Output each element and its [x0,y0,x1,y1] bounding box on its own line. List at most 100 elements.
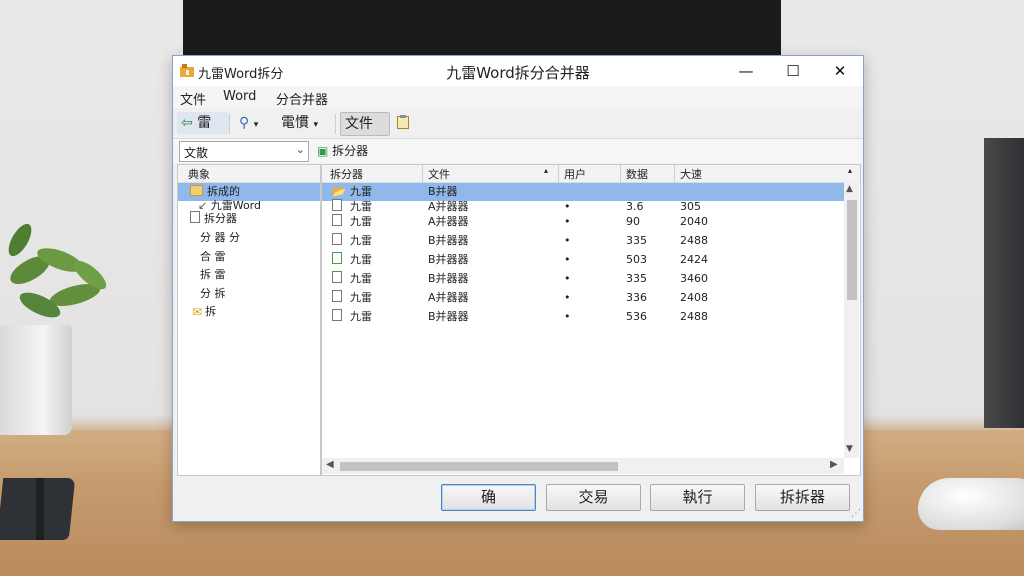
row-size: 2408 [680,291,708,304]
scroll-up-icon[interactable]: ▲ [846,184,853,194]
tree-item-6[interactable]: 分 拆 [200,285,226,303]
row-data: 503 [626,253,647,266]
horizontal-scroll-thumb[interactable] [340,462,618,471]
search-icon: ⚲ [239,115,250,131]
splitter-button[interactable]: 拆拆器 [755,484,850,511]
row-size: 2488 [680,310,708,323]
split-action-button[interactable]: ▣ 拆分器 [317,142,368,159]
edit-doc-icon [332,213,346,231]
plant-decoration [8,223,107,318]
row-size: 2488 [680,234,708,247]
row-user: • [564,310,571,323]
resize-grip-icon[interactable]: ⋰ [851,508,861,519]
tree-item-label: 合 雷 [200,250,226,263]
back-button[interactable]: ⇦ 雷 [177,112,229,134]
chevron-down-icon: ▾ [253,120,259,130]
view-select-value: 文散 [184,146,209,160]
row-size: 2040 [680,215,708,228]
view-select[interactable]: 文散 ⌄ [179,141,309,162]
scroll-right-icon[interactable]: ▶ [830,459,838,470]
menu-word[interactable]: Word [223,89,256,104]
row-name: 九雷 [350,215,372,228]
vertical-scrollbar[interactable]: ▲ ▼ [844,182,859,458]
row-name: 九雷 [350,253,372,266]
close-button[interactable]: ✕ [817,56,863,86]
maximize-button[interactable]: ☐ [770,56,816,86]
menu-file[interactable]: 文件 [180,89,206,108]
sort-icon: ▴ [848,166,853,175]
app-window: 九雷Word拆分 九雷Word拆分合并器 — ☐ ✕ 文件 Word 分合并器 … [172,55,864,522]
row-type: A并器器 [428,291,469,304]
tree-header[interactable]: 典象 [178,165,320,183]
file-button[interactable]: 文件 [340,112,390,136]
column-header-data[interactable]: 数据 [626,166,648,182]
row-data: 335 [626,234,647,247]
title-bar[interactable]: 九雷Word拆分 九雷Word拆分合并器 — ☐ ✕ [173,56,863,86]
row-user: • [564,215,571,228]
list-row-2[interactable]: 九雷 A并器器 • 90 2040 [322,213,844,231]
row-type: A并器器 [428,215,469,228]
row-type: B并器器 [428,310,469,323]
column-header-user[interactable]: 用户 [564,166,586,182]
background-monitor [183,0,781,58]
row-user: • [564,253,571,266]
tree-item-2[interactable]: 拆分器 [190,210,237,228]
clipboard-icon [397,115,409,129]
back-button-label: 雷 [197,115,212,131]
menu-bar: 文件 Word 分合并器 [173,86,863,108]
menu-merger[interactable]: 分合并器 [276,89,328,108]
doc-icon [332,270,346,288]
tree-item-label: 拆 [205,305,217,318]
tree-item-5[interactable]: 拆 雷 [200,266,226,284]
column-header-file[interactable]: 文件 [428,166,450,182]
tree-item-3[interactable]: 分 器 分 [200,229,240,247]
column-divider[interactable] [422,165,423,182]
toolbar: ⇦ 雷 ⚲ ▾ 電慣 ▾ 文件 [173,109,863,139]
split-action-label: 拆分器 [332,144,369,158]
list-row-7[interactable]: 九雷 B并器器 • 536 2488 [322,308,844,326]
back-arrow-icon: ⇦ [181,115,193,131]
vertical-scroll-thumb[interactable] [847,200,857,300]
tree-item-label: 分 器 分 [200,231,240,244]
list-row-4[interactable]: 九雷 B并器器 • 503 2424 [322,251,844,269]
column-header-name[interactable]: 拆分器 [330,166,363,182]
row-user: • [564,234,571,247]
ok-button[interactable]: 确 [441,484,536,511]
column-divider[interactable] [558,165,559,182]
tree-item-7[interactable]: ✉ 拆 [192,303,216,321]
exchange-button[interactable]: 交易 [546,484,641,511]
toolbar-divider [229,114,230,134]
list-row-3[interactable]: 九雷 B并器器 • 335 2488 [322,232,844,250]
doc-icon [332,308,346,326]
horizontal-scrollbar[interactable]: ◀ ▶ [322,458,844,474]
row-data: 536 [626,310,647,323]
notebook-band [36,478,44,540]
execute-button[interactable]: 執行 [650,484,745,511]
tree-header-label: 典象 [188,168,210,181]
column-divider[interactable] [620,165,621,182]
search-button[interactable]: ⚲ ▾ [235,112,279,134]
row-data: 336 [626,291,647,304]
tree-item-4[interactable]: 合 雷 [200,248,226,266]
list-row-6[interactable]: 九雷 A并器器 • 336 2408 [322,289,844,307]
mouse-decoration [918,478,1024,530]
folder-tree[interactable]: 典象 拆成的 ↙ 九雷Word 拆分器 分 器 分 合 雷 拆 雷 分 拆 ✉ 拆 [177,164,321,476]
file-list[interactable]: 拆分器 文件 ▴ 用户 数据 大速 ▴ 📂 九雷 B并器 九雷 A并器器 • 3… [321,164,861,476]
row-user: • [564,272,571,285]
row-name: 九雷 [350,272,372,285]
scroll-down-icon[interactable]: ▼ [846,444,853,454]
row-name: 九雷 [350,234,372,247]
column-header-size[interactable]: 大速 [680,166,702,182]
paste-button[interactable] [393,112,417,134]
row-type: B并器器 [428,272,469,285]
row-name: 九雷 [350,310,372,323]
row-size: 3460 [680,272,708,285]
column-divider[interactable] [674,165,675,182]
doc-icon [332,251,346,269]
minimize-button[interactable]: — [723,56,769,86]
list-row-5[interactable]: 九雷 B并器器 • 335 3460 [322,270,844,288]
scroll-left-icon[interactable]: ◀ [326,459,334,470]
chevron-down-icon: ▾ [313,120,318,130]
address-bar: 文散 ⌄ ▣ 拆分器 [173,139,863,163]
view-button[interactable]: 電慣 ▾ [277,112,339,134]
